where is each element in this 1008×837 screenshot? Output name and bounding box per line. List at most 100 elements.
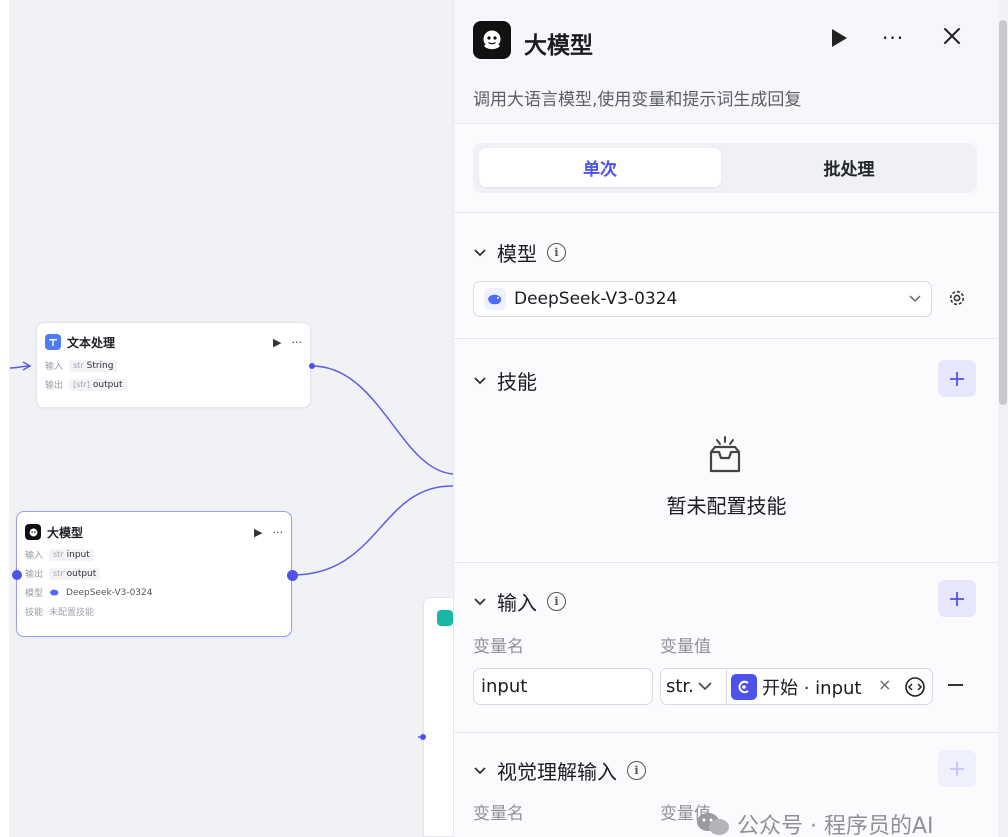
plus-icon [950, 371, 964, 386]
panel-scrollbar[interactable] [998, 0, 1008, 837]
row-label: 技能 [25, 608, 44, 618]
model-section-header[interactable]: 模型 i [473, 238, 566, 267]
var-name: output [92, 379, 123, 390]
var-name: String [86, 360, 114, 371]
divider [454, 732, 998, 733]
watermark: 公众号 · 程序员的AI [695, 808, 934, 837]
node-input-row: 输入 str input [17, 545, 291, 564]
mode-tabs: 单次 批处理 [473, 143, 977, 193]
text-process-node[interactable]: 文本处理 ▶ ··· 输入 str String 输出 [str] output [36, 322, 311, 408]
info-icon[interactable]: i [547, 592, 566, 611]
node-input-row: 输入 str String [37, 356, 310, 375]
watermark-text: 公众号 · 程序员的AI [737, 814, 934, 837]
row-label: 输入 [25, 551, 44, 561]
var-value-field: str. 开始 · input × [660, 668, 933, 705]
tab-single[interactable]: 单次 [479, 148, 721, 187]
var-chip: str output [49, 567, 101, 580]
run-icon[interactable] [830, 28, 848, 52]
variable-ref-tag[interactable]: 开始 · input [731, 673, 861, 700]
row-label: 输出 [25, 570, 44, 580]
info-icon[interactable]: i [627, 761, 646, 780]
type-label: str [53, 550, 64, 559]
more-icon[interactable]: ··· [292, 336, 303, 349]
panel-description: 调用大语言模型,使用变量和提示词生成回复 [473, 90, 802, 110]
skill-value: 未配置技能 [49, 608, 95, 618]
type-label: [str] [73, 380, 90, 389]
output-port[interactable] [309, 363, 315, 369]
var-name: output [66, 568, 97, 579]
node-title: 大模型 [47, 525, 84, 540]
node-title: 文本处理 [67, 335, 116, 350]
divider [454, 212, 998, 213]
model-select[interactable]: DeepSeek-V3-0324 [473, 281, 932, 317]
input-section-header[interactable]: 输入 i [473, 587, 566, 616]
output-port[interactable] [287, 570, 298, 581]
connection-edges [9, 361, 453, 738]
row-label: 输入 [45, 362, 64, 372]
skills-empty-text: 暂未配置技能 [666, 494, 787, 518]
wechat-icon [697, 813, 729, 835]
remove-row-button[interactable] [948, 684, 963, 686]
start-node-icon [731, 673, 757, 700]
gear-icon[interactable] [947, 288, 967, 312]
add-vision-input-button[interactable] [938, 750, 976, 787]
clear-ref-icon[interactable]: × [878, 675, 891, 694]
chevron-down-icon [698, 682, 712, 691]
type-select[interactable]: str. [661, 669, 727, 704]
node-model-row: 模型 DeepSeek-V3-0324 [17, 583, 291, 602]
chevron-down-icon [474, 597, 486, 605]
type-value: str. [666, 676, 694, 697]
chevron-down-icon [474, 766, 486, 774]
row-label: 模型 [25, 589, 44, 599]
ref-label: 开始 · input [762, 677, 862, 699]
deepseek-icon [484, 288, 506, 310]
divider [454, 562, 998, 563]
section-title: 输入 [497, 591, 537, 615]
node-config-panel: 大模型 ··· 调用大语言模型,使用变量和提示词生成回复 单次 批处理 模型 i… [453, 0, 998, 837]
skills-section-header[interactable]: 技能 [473, 366, 537, 395]
empty-box-icon [703, 434, 747, 480]
edge-llm-to-llm [291, 485, 453, 576]
plus-icon [950, 591, 964, 606]
var-chip: [str] output [69, 378, 127, 391]
more-icon[interactable]: ··· [273, 526, 284, 539]
col-var-name: 变量名 [473, 637, 524, 657]
more-icon[interactable]: ··· [882, 26, 904, 50]
panel-header: 大模型 ··· 调用大语言模型,使用变量和提示词生成回复 [454, 0, 998, 124]
node-output-row: 输出 str output [17, 564, 291, 583]
input-port[interactable] [12, 570, 22, 580]
type-label: str [53, 569, 64, 578]
selected-model: DeepSeek-V3-0324 [514, 289, 678, 309]
type-label: str [73, 361, 84, 370]
tab-batch[interactable]: 批处理 [728, 148, 970, 187]
vision-section-header[interactable]: 视觉理解输入 i [473, 756, 646, 785]
run-icon[interactable]: ▶ [254, 526, 262, 539]
divider [454, 338, 998, 339]
add-input-button[interactable] [938, 580, 976, 617]
plus-icon [950, 761, 964, 776]
chevron-down-icon [474, 248, 486, 256]
var-chip: str input [49, 548, 94, 561]
close-icon[interactable] [942, 26, 962, 50]
chevron-down-icon [909, 295, 921, 303]
row-label: 输出 [45, 381, 64, 391]
var-name: input [66, 549, 90, 560]
deepseek-icon [50, 589, 59, 596]
panel-title: 大模型 [524, 33, 593, 59]
variable-picker-icon[interactable] [904, 676, 926, 702]
info-icon[interactable]: i [547, 243, 566, 262]
llm-node[interactable]: 大模型 ▶ ··· 输入 str input 输出 str output 模型 De… [16, 511, 292, 637]
section-title: 技能 [497, 370, 537, 394]
chevron-down-icon [474, 376, 486, 384]
run-icon[interactable]: ▶ [273, 336, 281, 349]
llm-node-icon [25, 524, 41, 540]
scrollbar-thumb[interactable] [999, 20, 1007, 405]
section-title: 模型 [497, 242, 537, 266]
col-var-value: 变量值 [660, 637, 711, 657]
input-port[interactable] [420, 734, 426, 740]
add-skill-button[interactable] [938, 360, 976, 397]
node-skill-row: 技能 未配置技能 [17, 602, 291, 621]
section-title: 视觉理解输入 [497, 760, 617, 784]
llm-logo-icon [473, 21, 511, 59]
var-name-input[interactable]: input [473, 668, 653, 705]
